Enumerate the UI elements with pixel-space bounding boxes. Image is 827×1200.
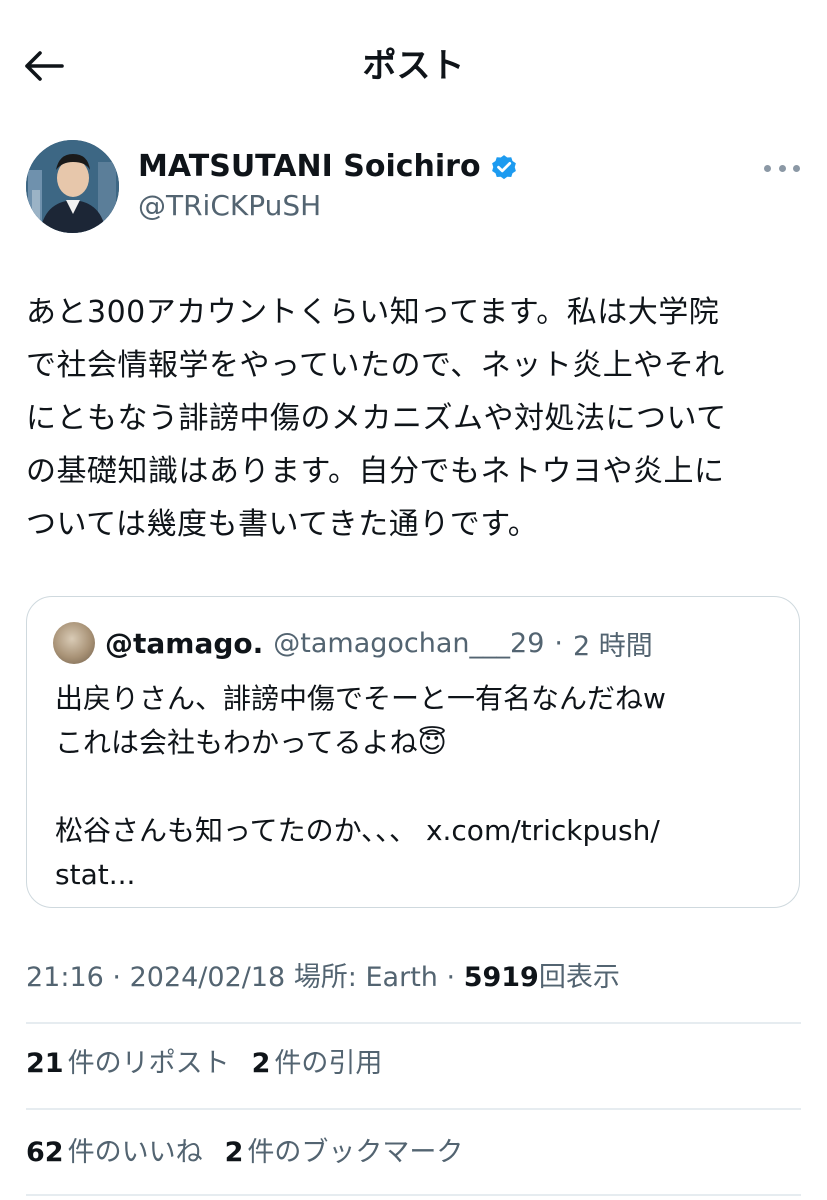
divider bbox=[26, 1022, 801, 1024]
author-avatar[interactable] bbox=[26, 140, 119, 233]
quoted-author-avatar bbox=[53, 622, 95, 664]
divider bbox=[26, 1194, 801, 1196]
more-options-button[interactable] bbox=[764, 162, 800, 174]
bookmarks-link[interactable]: 2 件のブックマーク bbox=[225, 1133, 464, 1173]
more-dot-icon bbox=[764, 164, 771, 172]
author-name-line: MATSUTANI Soichiro bbox=[138, 148, 519, 186]
quoted-author-name: @tamago. bbox=[105, 626, 264, 660]
meta-separator: · bbox=[446, 962, 456, 993]
post-author: MATSUTANI Soichiro @TRiCKPuSH bbox=[26, 140, 806, 236]
views-count: 5919 bbox=[463, 962, 539, 993]
quoted-separator: · bbox=[554, 627, 563, 659]
likes-count: 62 bbox=[26, 1137, 64, 1168]
post-time: 21:16 bbox=[26, 962, 104, 993]
stats-row-reposts: 21 件のリポスト 2 件の引用 bbox=[26, 1044, 382, 1084]
post-meta: 21:16 · 2024/02/18 場所: Earth · 5919回表示 bbox=[26, 958, 620, 998]
quoted-post-card[interactable]: @tamago. @tamagochan___29 · 2 時間 出戻りさん、誹… bbox=[26, 596, 800, 908]
reposts-label: 件のリポスト bbox=[67, 1048, 230, 1079]
quoted-post-header: @tamago. @tamagochan___29 · 2 時間 bbox=[53, 622, 653, 664]
views-label: 回表示 bbox=[538, 962, 620, 993]
more-dot-icon bbox=[793, 164, 800, 172]
author-handle[interactable]: @TRiCKPuSH bbox=[138, 188, 321, 224]
meta-separator: · bbox=[112, 962, 121, 993]
more-dot-icon bbox=[778, 164, 786, 172]
divider bbox=[26, 1108, 801, 1110]
post-date: 2024/02/18 bbox=[129, 962, 286, 993]
quoted-post-text: 出戻りさん、誹謗中傷でそーと一有名なんだねw これは会社もわかってるよね😇 松谷… bbox=[55, 682, 666, 891]
post-text: あと300アカウントくらい知ってます。私は大学院 で社会情報学をやっていたので、… bbox=[26, 295, 727, 542]
post-location: 場所: Earth bbox=[293, 962, 438, 993]
likes-label: 件のいいね bbox=[67, 1137, 203, 1168]
avatar-image bbox=[26, 140, 119, 233]
quotes-label: 件の引用 bbox=[274, 1048, 383, 1079]
reposts-count: 21 bbox=[26, 1048, 64, 1079]
bookmarks-count: 2 bbox=[224, 1137, 244, 1168]
quotes-count: 2 bbox=[251, 1048, 271, 1079]
quoted-author-handle: @tamagochan___29 bbox=[273, 627, 545, 659]
bookmarks-label: 件のブックマーク bbox=[247, 1137, 464, 1168]
page-title: ポスト bbox=[362, 46, 465, 86]
stats-row-likes: 62 件のいいね 2 件のブックマーク bbox=[26, 1133, 463, 1173]
reposts-link[interactable]: 21 件のリポスト bbox=[26, 1044, 230, 1084]
top-bar: ポスト bbox=[0, 0, 827, 130]
author-display-name[interactable]: MATSUTANI Soichiro bbox=[138, 148, 481, 186]
quotes-link[interactable]: 2 件の引用 bbox=[252, 1044, 383, 1084]
verified-badge-icon bbox=[491, 155, 516, 180]
likes-link[interactable]: 62 件のいいね bbox=[26, 1133, 203, 1173]
quoted-post-time: 2 時間 bbox=[572, 630, 653, 662]
